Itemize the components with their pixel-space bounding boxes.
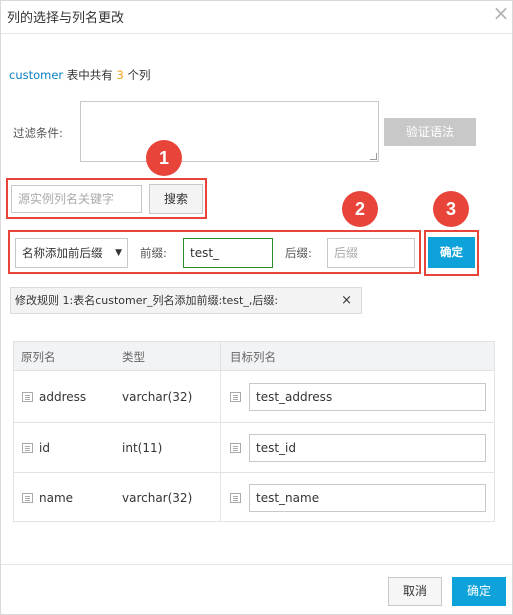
row-divider	[14, 472, 494, 473]
column-type: int(11)	[122, 441, 163, 455]
source-column-name: name	[39, 491, 74, 505]
verify-syntax-button[interactable]: 验证语法	[384, 118, 476, 146]
header-divider	[1, 33, 512, 34]
cancel-button[interactable]: 取消	[388, 577, 442, 606]
field-icon	[230, 392, 241, 402]
field-icon	[22, 392, 33, 402]
target-column-input[interactable]: test_id	[249, 434, 486, 462]
field-icon	[22, 493, 33, 503]
column-count: 3	[116, 68, 124, 82]
table-name: customer	[9, 68, 64, 82]
ok-button[interactable]: 确定	[452, 577, 506, 606]
field-icon	[230, 493, 241, 503]
dialog-title: 列的选择与列名更改	[7, 11, 125, 26]
column-count-info: customer 表中共有 3 个列	[9, 67, 150, 83]
header-target-column: 目标列名	[230, 350, 276, 364]
annotation-badge-3: 3	[433, 191, 469, 227]
close-icon[interactable]: ×	[492, 3, 510, 23]
target-column-input[interactable]: test_address	[249, 383, 486, 411]
rename-mode-select[interactable]: 名称添加前后缀 ▼	[15, 238, 128, 268]
dropdown-arrow-icon: ▼	[115, 248, 122, 258]
column-type: varchar(32)	[122, 390, 193, 404]
search-button[interactable]: 搜索	[149, 184, 203, 214]
info-text-mid: 表中共有	[63, 68, 117, 82]
target-column-input[interactable]: test_name	[249, 484, 486, 512]
prefix-input[interactable]: test_	[183, 238, 273, 268]
source-column-name: id	[39, 441, 50, 455]
rename-mode-value: 名称添加前后缀	[22, 246, 103, 260]
prefix-label: 前缀:	[140, 246, 167, 260]
annotation-badge-1: 1	[146, 140, 182, 176]
table-header: 原列名 类型 目标列名	[14, 342, 494, 371]
column-table: 原列名 类型 目标列名 address varchar(32) test_add…	[13, 341, 495, 522]
filter-textarea[interactable]	[80, 101, 379, 162]
suffix-input[interactable]: 后缀	[327, 238, 415, 268]
column-divider	[220, 342, 221, 521]
remove-rule-icon[interactable]: ×	[341, 288, 352, 313]
rule-text: 修改规则 1:表名customer_列名添加前缀:test_,后缀:	[15, 294, 279, 307]
header-type: 类型	[122, 350, 145, 364]
rename-confirm-button[interactable]: 确定	[428, 237, 475, 268]
field-icon	[22, 443, 33, 453]
filter-label: 过滤条件:	[13, 126, 63, 140]
column-rename-dialog: 列的选择与列名更改 × customer 表中共有 3 个列 过滤条件: 验证语…	[0, 0, 513, 615]
footer-divider	[1, 564, 512, 565]
field-icon	[230, 443, 241, 453]
resize-grip-icon[interactable]	[370, 153, 377, 160]
info-text-end: 个列	[123, 68, 151, 82]
column-type: varchar(32)	[122, 491, 193, 505]
header-source-column: 原列名	[21, 350, 56, 364]
rename-rule-tag: 修改规则 1:表名customer_列名添加前缀:test_,后缀: ×	[10, 287, 362, 314]
suffix-label: 后缀:	[285, 246, 312, 260]
search-input[interactable]: 源实例列名关键字	[11, 185, 142, 213]
annotation-badge-2: 2	[342, 191, 378, 227]
row-divider	[14, 422, 494, 423]
source-column-name: address	[39, 390, 87, 404]
